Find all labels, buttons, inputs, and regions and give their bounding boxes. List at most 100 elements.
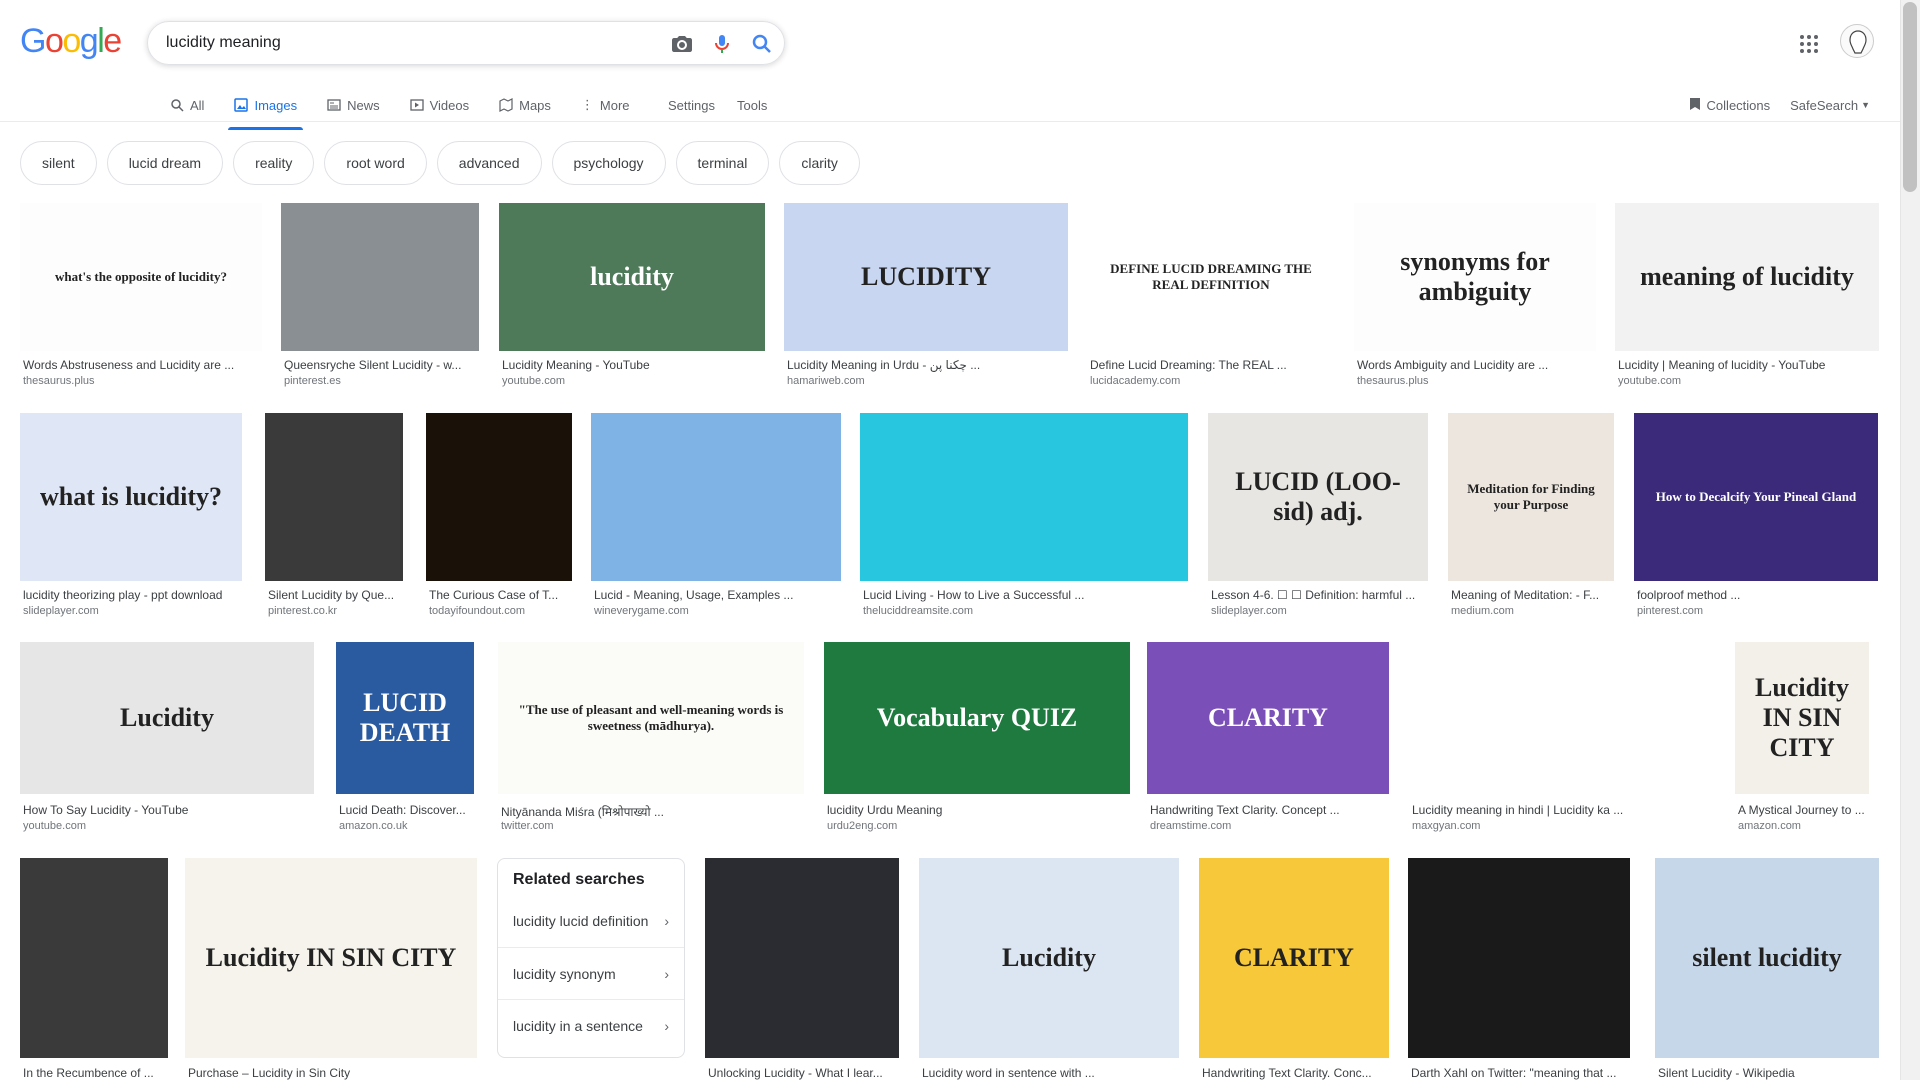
result-source[interactable]: amazon.co.uk xyxy=(339,820,473,832)
result-source[interactable]: thesaurus.plus xyxy=(1357,375,1595,387)
result-thumbnail[interactable] xyxy=(860,413,1188,581)
result-title[interactable]: Define Lucid Dreaming: The REAL ... xyxy=(1090,358,1334,372)
result-source[interactable]: youtube.com xyxy=(502,375,764,387)
result-title[interactable]: Meaning of Meditation: - F... xyxy=(1451,588,1613,602)
thumbnail-text: Lucidity IN SIN CITY xyxy=(1755,673,1849,762)
result-thumbnail[interactable] xyxy=(591,413,841,581)
result-source[interactable]: thesaurus.plus xyxy=(23,375,261,387)
result-source[interactable]: youtube.com xyxy=(1618,375,1878,387)
result-thumbnail[interactable]: what is lucidity? xyxy=(20,413,242,581)
result-source[interactable]: slideplayer.com xyxy=(23,605,241,617)
result-source[interactable]: youtube.com xyxy=(23,820,313,832)
result-source[interactable]: theluciddreamsite.com xyxy=(863,605,1187,617)
result-title[interactable]: Lucid Living - How to Live a Successful … xyxy=(863,588,1187,602)
result-thumbnail[interactable] xyxy=(1409,642,1715,794)
result-thumbnail[interactable]: CLARITY xyxy=(1199,858,1389,1058)
result-title[interactable]: Handwriting Text Clarity. Concept ... xyxy=(1150,803,1388,817)
page-scrollbar[interactable] xyxy=(1900,0,1920,1080)
result-title[interactable]: Darth Xahl on Twitter: "meaning that ... xyxy=(1411,1066,1629,1080)
result-title[interactable]: Lucidity | Meaning of lucidity - YouTube xyxy=(1618,358,1878,372)
result-title[interactable]: Purchase – Lucidity in Sin City xyxy=(188,1066,476,1080)
result-thumbnail[interactable]: Lucidity xyxy=(20,642,314,794)
result-thumbnail[interactable]: LUCIDITY xyxy=(784,203,1068,351)
result-thumbnail[interactable]: what's the opposite of lucidity? xyxy=(20,203,262,351)
result-source[interactable]: dreamstime.com xyxy=(1150,820,1388,832)
result-title[interactable]: lucidity theorizing play - ppt download xyxy=(23,588,241,602)
result-thumbnail[interactable]: Lucidity IN SIN CITY xyxy=(185,858,477,1058)
result-title[interactable]: Lucidity Meaning in Urdu - چکنا پن ... xyxy=(787,358,1067,372)
thumbnail-text: meaning of lucidity xyxy=(1640,262,1854,291)
result-thumbnail[interactable]: LUCID (LOO-sid) adj. xyxy=(1208,413,1428,581)
result-thumbnail[interactable] xyxy=(281,203,479,351)
thumbnail-text: LUCIDITY xyxy=(860,262,992,291)
result-title[interactable]: Nityānanda Miśra (मिश्रोपाख्यो ... xyxy=(501,803,803,820)
result-thumbnail[interactable]: Lucidity IN SIN CITY xyxy=(1735,642,1869,794)
thumbnail-text: what's the opposite of lucidity? xyxy=(55,269,227,284)
result-source[interactable]: slideplayer.com xyxy=(1211,605,1427,617)
result-title[interactable]: Words Abstruseness and Lucidity are ... xyxy=(23,358,261,372)
thumbnail-text: CLARITY xyxy=(1234,943,1354,972)
result-title[interactable]: lucidity Urdu Meaning xyxy=(827,803,1129,817)
result-source[interactable]: pinterest.com xyxy=(1637,605,1877,617)
result-source[interactable]: medium.com xyxy=(1451,605,1613,617)
result-thumbnail[interactable]: Vocabulary QUIZ xyxy=(824,642,1130,794)
result-thumbnail[interactable] xyxy=(1408,858,1630,1058)
result-thumbnail[interactable]: Lucidity xyxy=(919,858,1179,1058)
result-title[interactable]: The Curious Case of T... xyxy=(429,588,571,602)
thumbnail-text: DEFINE LUCID DREAMING THE REAL DEFINITIO… xyxy=(1110,261,1312,292)
result-thumbnail[interactable] xyxy=(265,413,403,581)
related-search-item[interactable]: lucidity in a sentence › xyxy=(498,999,684,1051)
result-title[interactable]: Unlocking Lucidity - What I lear... xyxy=(708,1066,898,1080)
thumbnail-text: lucidity xyxy=(590,262,674,291)
result-title[interactable]: Lucidity Meaning - YouTube xyxy=(502,358,764,372)
result-title[interactable]: Lucidity word in sentence with ... xyxy=(922,1066,1178,1080)
result-thumbnail[interactable]: How to Decalcify Your Pineal Gland xyxy=(1634,413,1878,581)
result-thumbnail[interactable] xyxy=(20,858,168,1058)
result-thumbnail[interactable]: lucidity xyxy=(499,203,765,351)
result-thumbnail[interactable]: meaning of lucidity xyxy=(1615,203,1879,351)
result-thumbnail[interactable]: silent lucidity xyxy=(1655,858,1879,1058)
related-searches: Related searches lucidity lucid definiti… xyxy=(497,858,685,1058)
thumbnail-text: Lucidity xyxy=(120,703,214,732)
result-thumbnail[interactable]: CLARITY xyxy=(1147,642,1389,794)
result-title[interactable]: foolproof method ... xyxy=(1637,588,1877,602)
result-title[interactable]: A Mystical Journey to ... xyxy=(1738,803,1868,817)
result-source[interactable]: hamariweb.com xyxy=(787,375,1067,387)
result-source[interactable]: urdu2eng.com xyxy=(827,820,1129,832)
image-results-grid: what's the opposite of lucidity? Words Ab… xyxy=(0,0,1900,1080)
result-title[interactable]: How To Say Lucidity - YouTube xyxy=(23,803,313,817)
result-thumbnail[interactable]: synonyms for ambiguity xyxy=(1354,203,1596,351)
result-source[interactable]: pinterest.co.kr xyxy=(268,605,402,617)
thumbnail-text: LUCID DEATH xyxy=(359,688,451,747)
result-title[interactable]: Silent Lucidity by Que... xyxy=(268,588,402,602)
result-thumbnail[interactable]: LUCID DEATH xyxy=(336,642,474,794)
thumbnail-text: CLARITY xyxy=(1208,703,1328,732)
result-source[interactable]: amazon.com xyxy=(1738,820,1868,832)
result-title[interactable]: Lucid - Meaning, Usage, Examples ... xyxy=(594,588,840,602)
result-thumbnail[interactable] xyxy=(705,858,899,1058)
result-title[interactable]: Lesson 4-6. ☐ ☐ Definition: harmful ... xyxy=(1211,588,1427,602)
result-thumbnail[interactable] xyxy=(426,413,572,581)
result-title[interactable]: Words Ambiguity and Lucidity are ... xyxy=(1357,358,1595,372)
result-title[interactable]: Lucidity meaning in hindi | Lucidity ka … xyxy=(1412,803,1714,817)
result-thumbnail[interactable]: "The use of pleasant and well-meaning wo… xyxy=(498,642,804,794)
result-thumbnail[interactable]: Meditation for Finding your Purpose xyxy=(1448,413,1614,581)
result-title[interactable]: Silent Lucidity - Wikipedia xyxy=(1658,1066,1878,1080)
result-source[interactable]: maxgyan.com xyxy=(1412,820,1714,832)
result-source[interactable]: wineverygame.com xyxy=(594,605,840,617)
related-searches-title: Related searches xyxy=(513,871,645,888)
related-search-item[interactable]: lucidity synonym › xyxy=(498,947,684,999)
thumbnail-text: Vocabulary QUIZ xyxy=(876,703,1078,732)
result-source[interactable]: pinterest.es xyxy=(284,375,478,387)
result-title[interactable]: Handwriting Text Clarity. Conc... xyxy=(1202,1066,1388,1080)
result-title[interactable]: Queensryche Silent Lucidity - w... xyxy=(284,358,478,372)
result-source[interactable]: twitter.com xyxy=(501,820,803,832)
chevron-right-icon: › xyxy=(664,1017,669,1034)
result-source[interactable]: lucidacademy.com xyxy=(1090,375,1334,387)
result-title[interactable]: Lucid Death: Discover... xyxy=(339,803,473,817)
result-title[interactable]: In the Recumbence of ... xyxy=(23,1066,167,1080)
result-source[interactable]: todayifoundout.com xyxy=(429,605,571,617)
related-search-item[interactable]: lucidity lucid definition › xyxy=(498,895,684,947)
result-thumbnail[interactable]: DEFINE LUCID DREAMING THE REAL DEFINITIO… xyxy=(1087,203,1335,351)
scrollbar-thumb[interactable] xyxy=(1903,2,1917,192)
